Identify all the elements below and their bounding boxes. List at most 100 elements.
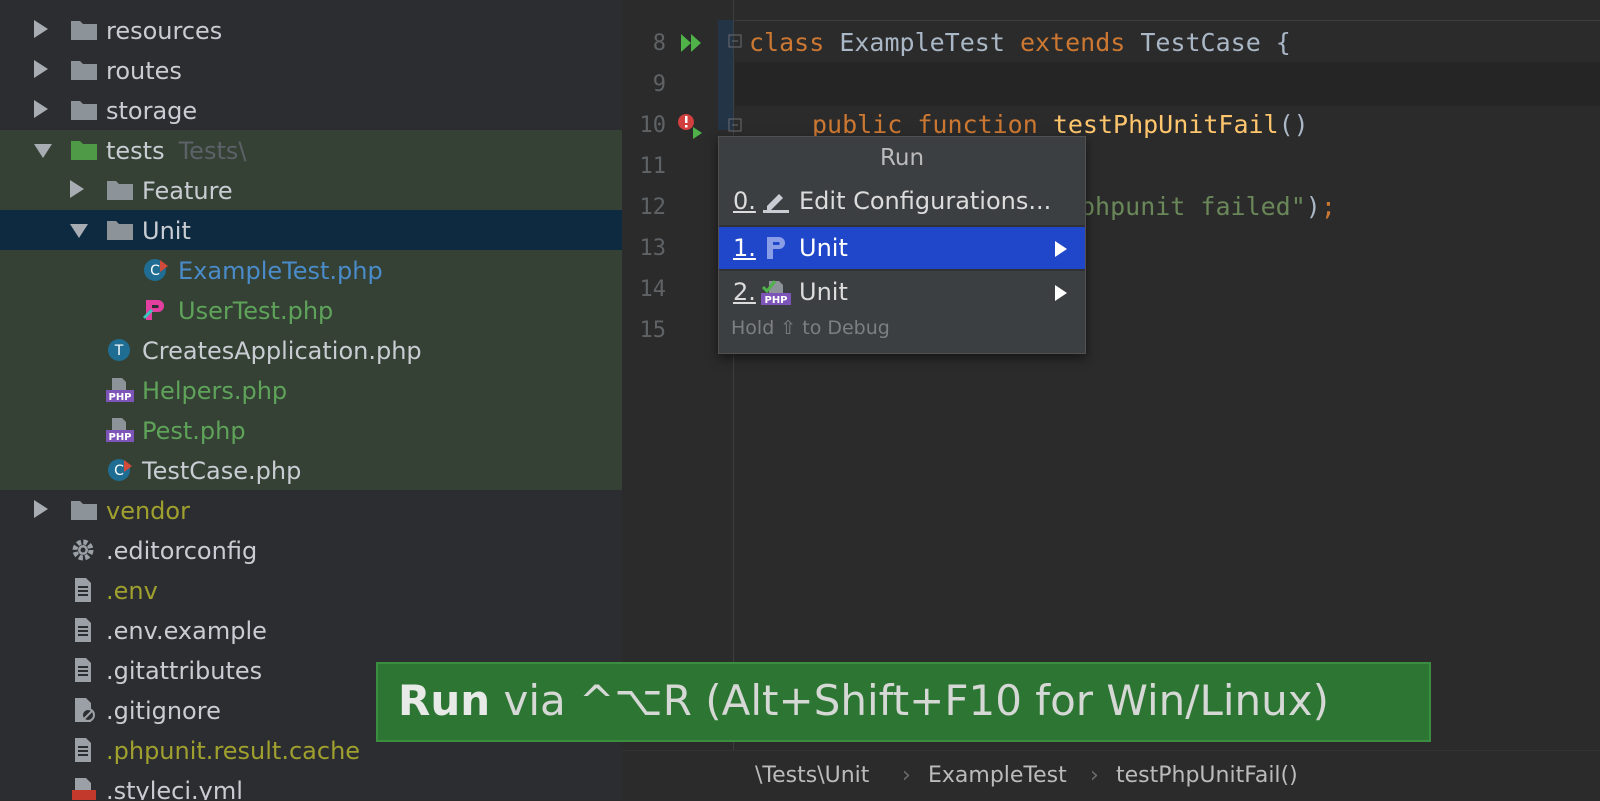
gutter-divider xyxy=(733,0,734,750)
submenu-arrow-icon xyxy=(1055,241,1067,257)
line-number: 11 xyxy=(639,154,667,179)
breadcrumb-namespace[interactable]: \Tests\Unit xyxy=(755,763,869,788)
text-file-icon xyxy=(75,658,91,682)
text-file-icon xyxy=(75,738,91,762)
tree-item-env-example[interactable]: .env.example xyxy=(0,610,622,650)
phpunit-icon: PHP xyxy=(761,280,791,305)
fold-icon[interactable] xyxy=(728,34,742,48)
namespace-label: Tests\ xyxy=(178,137,247,165)
chevron-down-icon[interactable] xyxy=(70,224,88,238)
submenu-arrow-icon xyxy=(1055,285,1067,301)
svg-text:PHP: PHP xyxy=(108,432,131,442)
tree-item-testcase[interactable]: C TestCase.php xyxy=(0,450,622,490)
tree-item-label: .editorconfig xyxy=(106,537,258,565)
tree-item-usertest[interactable]: UserTest.php xyxy=(0,290,622,330)
tree-item-editorconfig[interactable]: .editorconfig xyxy=(0,530,622,570)
code-token: extends xyxy=(1019,28,1126,57)
fold-icon[interactable] xyxy=(728,118,742,132)
breadcrumb-separator: › xyxy=(902,763,911,788)
tree-item-label: .env.example xyxy=(106,617,267,645)
pencil-icon xyxy=(763,194,789,213)
tree-item-label: storage xyxy=(106,97,198,125)
tree-item-label: UserTest.php xyxy=(178,297,334,325)
chevron-right-icon[interactable] xyxy=(34,20,48,38)
chevron-right-icon[interactable] xyxy=(34,100,48,118)
current-line-highlight xyxy=(735,62,1600,106)
text-file-icon xyxy=(75,618,91,642)
svg-text:T: T xyxy=(114,343,124,359)
svg-text:C: C xyxy=(114,463,124,479)
tree-item-helpers[interactable]: PHP Helpers.php xyxy=(0,370,622,410)
run-test-failed-icon[interactable] xyxy=(676,112,706,140)
svg-text:PHP: PHP xyxy=(764,295,787,305)
tree-item-label: .env xyxy=(106,577,158,605)
chevron-right-icon[interactable] xyxy=(34,60,48,78)
run-unit-phpunit-item[interactable]: 2. PHP Unit xyxy=(719,271,1085,313)
tree-item-pest[interactable]: PHP Pest.php xyxy=(0,410,622,450)
tree-item-env[interactable]: .env xyxy=(0,570,622,610)
tree-item-createsapplication[interactable]: T CreatesApplication.php xyxy=(0,330,622,370)
chevron-right-icon[interactable] xyxy=(34,500,48,518)
edit-configurations-item[interactable]: 0. Edit Configurations... xyxy=(719,180,1085,222)
shortcut-banner: Run via ^⌥R (Alt+Shift+F10 for Win/Linux… xyxy=(376,662,1431,742)
tree-item-label: Helpers.php xyxy=(142,377,288,405)
svg-text:PHP: PHP xyxy=(108,392,131,402)
tree-item-vendor[interactable]: vendor xyxy=(0,490,622,530)
tree-item-label: Feature xyxy=(142,177,233,205)
run-unit-pest-item[interactable]: 1. Unit xyxy=(719,227,1085,269)
pest-icon xyxy=(767,237,785,259)
item-number: 2. xyxy=(733,278,756,306)
breadcrumb-class[interactable]: ExampleTest xyxy=(928,763,1067,788)
line-number: 12 xyxy=(639,195,667,220)
tree-item-exampletest[interactable]: C ExampleTest.php xyxy=(0,250,622,290)
popup-title: Run xyxy=(879,145,925,171)
folder-icon xyxy=(71,501,97,520)
code-token: testPhpUnitFail xyxy=(1052,110,1279,139)
line-number: 8 xyxy=(652,31,666,56)
code-line-12: phpunit failed"); xyxy=(1080,192,1336,221)
tree-item-resources[interactable]: resources xyxy=(0,10,622,50)
pest-icon xyxy=(142,300,164,320)
tree-item-label: TestCase.php xyxy=(142,457,302,485)
tree-item-storage[interactable]: storage xyxy=(0,90,622,130)
tree-item-label: ExampleTest.php xyxy=(178,257,383,285)
ignore-file-icon xyxy=(75,698,95,722)
banner-bold: Run xyxy=(398,676,491,725)
banner-text: Run via ^⌥R (Alt+Shift+F10 for Win/Linux… xyxy=(398,676,1329,725)
line-number: 14 xyxy=(639,277,667,302)
debug-hint: Hold ⇧ to Debug xyxy=(731,317,890,339)
tree-item-unit[interactable]: Unit xyxy=(0,210,622,250)
run-all-tests-icon[interactable] xyxy=(679,32,705,54)
item-number: 0. xyxy=(733,187,756,215)
text-file-icon xyxy=(75,578,91,602)
line-number: 15 xyxy=(639,318,667,343)
php-trait-icon: T xyxy=(108,339,130,361)
tree-item-label: CreatesApplication.php xyxy=(142,337,422,365)
code-token: public function xyxy=(812,110,1053,139)
item-label: Edit Configurations... xyxy=(799,187,1052,215)
gear-icon xyxy=(72,539,94,561)
tree-item-label: .styleci.yml xyxy=(106,777,243,800)
item-label: Unit xyxy=(799,234,848,262)
chevron-right-icon[interactable] xyxy=(70,180,84,198)
tree-item-label: .gitattributes xyxy=(106,657,263,685)
tree-item-feature[interactable]: Feature xyxy=(0,170,622,210)
item-number: 1. xyxy=(733,234,756,262)
tree-item-label: Unit xyxy=(142,217,191,245)
php-file-icon: PHP xyxy=(106,378,134,402)
code-token: () xyxy=(1278,110,1309,139)
php-test-class-icon: C xyxy=(108,459,132,481)
breadcrumb-method[interactable]: testPhpUnitFail() xyxy=(1116,763,1298,788)
tree-item-tests[interactable]: tests Tests\ xyxy=(0,130,622,170)
tree-item-styleci[interactable]: .styleci.yml xyxy=(0,770,622,800)
code-token: phpunit failed" xyxy=(1080,192,1306,221)
svg-text:C: C xyxy=(150,263,160,279)
yaml-file-icon xyxy=(72,778,96,800)
tree-item-routes[interactable]: routes xyxy=(0,50,622,90)
test-folder-icon xyxy=(71,141,97,160)
tree-item-label: .phpunit.result.cache xyxy=(106,737,361,765)
chevron-down-icon[interactable] xyxy=(34,144,52,158)
breadcrumb-separator: › xyxy=(1090,763,1099,788)
tree-item-label: resources xyxy=(106,17,223,45)
tree-item-label: vendor xyxy=(106,497,190,525)
